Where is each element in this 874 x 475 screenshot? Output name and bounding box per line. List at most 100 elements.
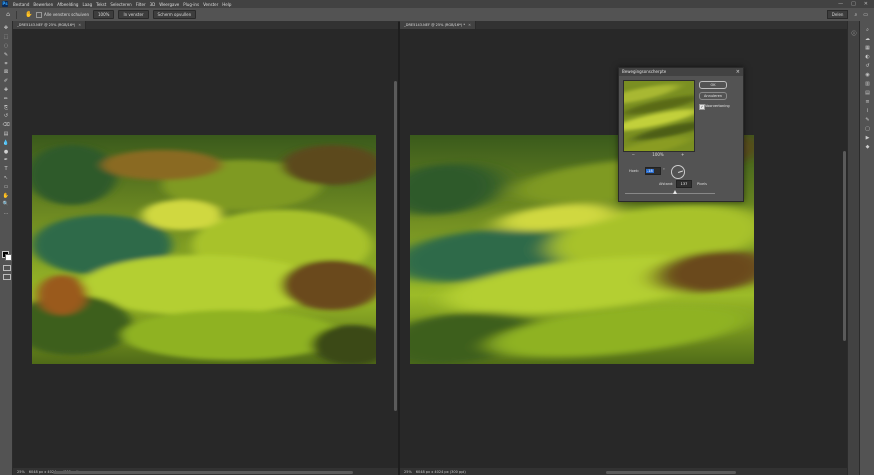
pen-tool-icon[interactable]: ✒	[0, 156, 12, 165]
menu-help[interactable]: Help	[220, 2, 233, 7]
preview-image	[624, 81, 694, 151]
document-tab-right[interactable]: _DRE5143.NEF @ 25% (RGB/16*) * ✕	[400, 21, 477, 29]
shapes-icon[interactable]: ◆	[860, 142, 874, 151]
gradients-icon[interactable]: ▤	[860, 88, 874, 97]
move-tool-icon[interactable]: ✥	[0, 24, 12, 33]
scroll-all-windows-checkbox[interactable]	[36, 11, 42, 18]
fill-screen-button[interactable]: Scherm opvullen	[152, 10, 197, 19]
menu-type[interactable]: Tekst	[94, 2, 108, 7]
history-icon[interactable]: ↺	[860, 61, 874, 70]
zoom-level[interactable]: 25%	[404, 470, 412, 474]
angle-dial[interactable]	[671, 165, 685, 179]
clone-stamp-tool-icon[interactable]: ⎘	[0, 103, 12, 112]
menu-image[interactable]: Afbeelding	[55, 2, 80, 7]
hand-tool-icon[interactable]: ✋	[0, 191, 12, 200]
healing-tool-icon[interactable]: ✚	[0, 86, 12, 95]
menu-select[interactable]: Selecteren	[108, 2, 133, 7]
menu-filter[interactable]: Filter	[134, 2, 148, 7]
document-info[interactable]: 6048 px x 4024 px (300 ppi)	[416, 470, 466, 474]
hand-tool-icon[interactable]: ✋	[25, 11, 33, 19]
rectangle-tool-icon[interactable]: ▭	[0, 182, 12, 191]
screen-mode-icon[interactable]	[3, 274, 11, 280]
crop-tool-icon[interactable]: ⌗	[0, 59, 12, 68]
close-tab-icon[interactable]: ✕	[468, 23, 471, 27]
minimize-icon[interactable]: —	[838, 1, 843, 7]
document-window-left: _DRE5143.NEF @ 25% (RGB/16*) ✕ 25% 6048 …	[13, 21, 398, 475]
angle-unit: °	[663, 168, 665, 172]
brush-tool-icon[interactable]: ✏	[0, 94, 12, 103]
vertical-scrollbar-left[interactable]	[394, 81, 397, 411]
distance-unit: Pixels	[697, 182, 707, 186]
marquee-tool-icon[interactable]: ⬚	[0, 33, 12, 42]
share-button[interactable]: Delen	[826, 10, 849, 19]
search-icon[interactable]: ⌕	[854, 12, 857, 18]
menu-view[interactable]: Weergave	[157, 2, 181, 7]
home-icon[interactable]: ⌂	[4, 11, 12, 19]
menu-window[interactable]: Venster	[201, 2, 220, 7]
horizontal-scrollbar-right[interactable]	[606, 471, 736, 474]
frame-tool-icon[interactable]: ⊠	[0, 68, 12, 77]
more-tools-icon[interactable]: …	[0, 209, 12, 218]
ok-button[interactable]: OK	[699, 81, 727, 89]
paths-icon[interactable]: ⌇	[860, 106, 874, 115]
menu-layer[interactable]: Laag	[80, 2, 94, 7]
distance-slider-track[interactable]	[625, 193, 715, 194]
workspace-icon[interactable]: ▭	[863, 12, 868, 18]
photoshop-logo-icon[interactable]: Ps	[2, 1, 8, 7]
close-icon[interactable]: ×	[736, 68, 740, 76]
play-icon[interactable]: ▶	[860, 133, 874, 142]
history-brush-tool-icon[interactable]: ↺	[0, 112, 12, 121]
cancel-button[interactable]: Annuleren	[699, 92, 727, 100]
gradient-tool-icon[interactable]: ▤	[0, 130, 12, 139]
properties-icon[interactable]: ≡	[860, 97, 874, 106]
zoom-level[interactable]: 25%	[17, 470, 25, 474]
vertical-scrollbar-right[interactable]	[843, 151, 846, 341]
zoom-tool-icon[interactable]: 🔍	[0, 200, 12, 209]
search-panel-icon[interactable]: ⌕	[860, 25, 874, 34]
canvas-image-original[interactable]	[32, 135, 376, 364]
menu-edit[interactable]: Bewerken	[31, 2, 55, 7]
scroll-all-windows-label: Alle vensters schuiven	[44, 12, 89, 17]
document-tab-title: _DRE5143.NEF @ 25% (RGB/16*)	[17, 23, 76, 27]
eraser-tool-icon[interactable]: ⌫	[0, 121, 12, 130]
background-color-swatch[interactable]	[5, 254, 12, 261]
horizontal-scrollbar-left[interactable]	[53, 471, 353, 474]
close-tab-icon[interactable]: ✕	[78, 23, 81, 27]
zoom-100-button[interactable]: 100%	[93, 10, 115, 19]
cloud-icon[interactable]: ☁	[860, 34, 874, 43]
filter-preview[interactable]	[623, 80, 695, 152]
adjustments-icon[interactable]: ◐	[860, 52, 874, 61]
fit-screen-button[interactable]: In venster	[118, 10, 149, 19]
preview-zoom-level: 100%	[652, 152, 664, 157]
comments-icon[interactable]: ▢	[860, 124, 874, 133]
brushes-icon[interactable]: ✎	[860, 115, 874, 124]
quick-mask-icon[interactable]	[3, 265, 11, 271]
distance-input[interactable]: 137	[676, 180, 692, 188]
blur-tool-icon[interactable]: 💧	[0, 138, 12, 147]
preview-zoom-controls: − 100% +	[623, 152, 693, 157]
zoom-in-icon[interactable]: +	[681, 152, 684, 157]
preview-checkbox-label: Voorvertoning	[705, 104, 730, 108]
angle-input[interactable]: -18	[645, 167, 661, 175]
maximize-icon[interactable]: □	[851, 1, 856, 7]
options-bar: ⌂ ✋ Alle vensters schuiven 100% In venst…	[0, 8, 874, 22]
type-tool-icon[interactable]: T	[0, 165, 12, 174]
menu-file[interactable]: Bestand	[11, 2, 31, 7]
layers-icon[interactable]: ▦	[860, 43, 874, 52]
eyedropper-tool-icon[interactable]: ✐	[0, 77, 12, 86]
document-tab-left[interactable]: _DRE5143.NEF @ 25% (RGB/16*) ✕	[13, 21, 87, 29]
menu-3d[interactable]: 3D	[148, 2, 158, 7]
menu-plugins[interactable]: Plug-ins	[181, 2, 201, 7]
zoom-out-icon[interactable]: −	[632, 152, 635, 157]
color-icon[interactable]: ◉	[860, 70, 874, 79]
dialog-title-bar[interactable]: Bewegingsonscherpte ×	[619, 68, 743, 76]
motion-blur-dialog: Bewegingsonscherpte × OK Annuleren ✓ Voo…	[618, 67, 744, 202]
quick-select-tool-icon[interactable]: ✎	[0, 50, 12, 59]
tools-panel: ✥ ⬚ ◌ ✎ ⌗ ⊠ ✐ ✚ ✏ ⎘ ↺ ⌫ ▤ 💧 ● ✒ T ↖ ▭ ✋ …	[0, 21, 13, 475]
path-select-tool-icon[interactable]: ↖	[0, 174, 12, 183]
distance-slider-thumb[interactable]	[672, 190, 677, 194]
swatches-icon[interactable]: ▥	[860, 79, 874, 88]
lasso-tool-icon[interactable]: ◌	[0, 42, 12, 51]
dodge-tool-icon[interactable]: ●	[0, 147, 12, 156]
close-window-icon[interactable]: ✕	[864, 1, 868, 7]
